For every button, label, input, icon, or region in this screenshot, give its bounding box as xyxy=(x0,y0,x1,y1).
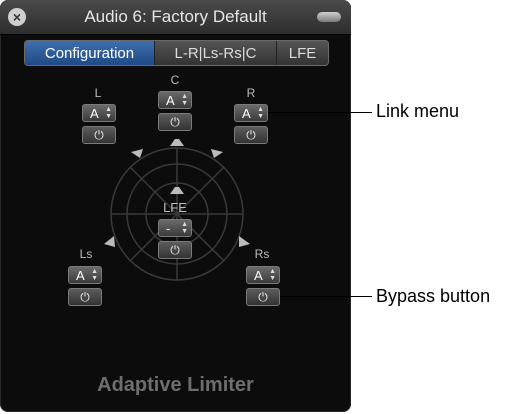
power-icon: ⏻ xyxy=(80,290,90,304)
speaker-ls-icon xyxy=(104,236,115,247)
power-icon: ⏻ xyxy=(258,290,268,304)
link-menu-rs[interactable]: A ▲ ▼ xyxy=(246,266,280,284)
link-value-lfe: - xyxy=(166,221,171,236)
bypass-button-l[interactable]: ⏻ xyxy=(82,126,116,144)
power-icon: ⏻ xyxy=(94,128,104,142)
bypass-button-ls[interactable]: ⏻ xyxy=(68,288,102,306)
callout-line-link-menu xyxy=(268,112,372,113)
link-value-rs: A xyxy=(254,268,263,283)
bypass-button-r[interactable]: ⏻ xyxy=(234,126,268,144)
link-value-l: A xyxy=(90,106,99,121)
speaker-c-icon xyxy=(170,139,184,146)
speaker-r-icon xyxy=(211,149,223,158)
callout-line-bypass xyxy=(280,296,372,297)
stepper-icon: ▲ ▼ xyxy=(269,268,276,282)
channel-label-l: L xyxy=(94,86,102,100)
adaptive-limiter-window: × Audio 6: Factory Default Configuration… xyxy=(0,0,351,412)
power-icon: ⏻ xyxy=(170,115,180,129)
bypass-button-rs[interactable]: ⏻ xyxy=(246,288,280,306)
channel-label-c: C xyxy=(170,73,180,87)
bypass-button-c[interactable]: ⏻ xyxy=(158,113,192,131)
bypass-button-lfe[interactable]: ⏻ xyxy=(158,241,192,259)
power-icon: ⏻ xyxy=(246,128,256,142)
link-menu-ls[interactable]: A ▲ ▼ xyxy=(68,266,102,284)
plugin-name: Adaptive Limiter xyxy=(97,374,254,396)
stepper-icon: ▲ ▼ xyxy=(181,93,188,107)
stepper-icon: ▲ ▼ xyxy=(181,221,188,235)
stepper-icon: ▲ ▼ xyxy=(105,106,112,120)
channel-label-lfe: LFE xyxy=(163,200,187,215)
speaker-lfe-icon xyxy=(170,187,184,194)
link-menu-l[interactable]: A ▲ ▼ xyxy=(82,104,116,122)
link-value-c: A xyxy=(166,93,175,108)
callout-link-menu: Link menu xyxy=(376,101,460,121)
link-menu-r[interactable]: A ▲ ▼ xyxy=(234,104,268,122)
link-value-ls: A xyxy=(76,268,85,283)
link-value-r: A xyxy=(242,106,251,121)
callout-bypass-button: Bypass button xyxy=(376,286,491,306)
speaker-rs-icon xyxy=(239,236,250,247)
stepper-icon: ▲ ▼ xyxy=(257,106,264,120)
channel-label-rs: Rs xyxy=(254,247,270,261)
channel-label-r: R xyxy=(246,86,256,100)
link-menu-c[interactable]: A ▲ ▼ xyxy=(158,91,192,109)
stepper-icon: ▲ ▼ xyxy=(91,268,98,282)
channel-label-ls: Ls xyxy=(79,247,93,261)
power-icon: ⏻ xyxy=(170,243,180,257)
link-menu-lfe[interactable]: - ▲ ▼ xyxy=(158,219,192,237)
speaker-l-icon xyxy=(131,149,143,158)
